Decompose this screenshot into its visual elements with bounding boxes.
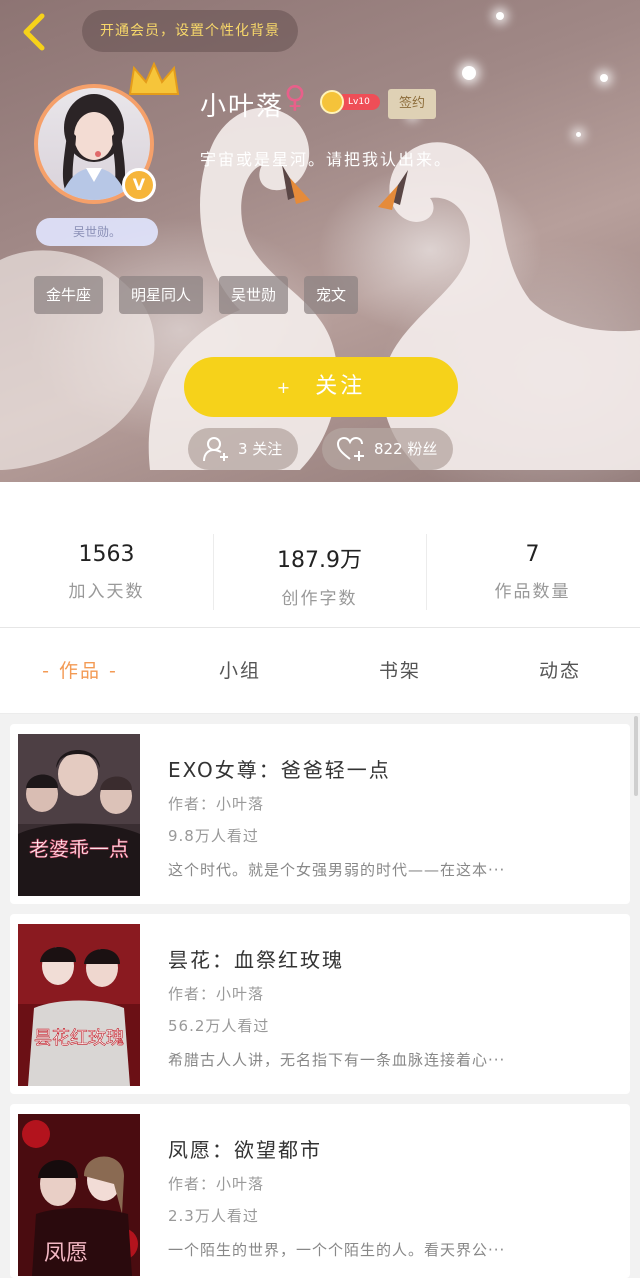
female-icon: ♀ bbox=[284, 80, 306, 115]
back-button[interactable] bbox=[16, 10, 56, 54]
fans-count-button[interactable]: 822 粉丝 bbox=[322, 428, 454, 470]
sparkle-deco bbox=[462, 66, 476, 80]
stat-value: 7 bbox=[525, 542, 540, 567]
stat-join-days: 1563 加入天数 bbox=[0, 482, 213, 627]
chevron-left-icon bbox=[23, 13, 45, 51]
book-author: 作者：小叶落 bbox=[168, 1175, 265, 1193]
sparkle-deco bbox=[600, 74, 608, 82]
book-title: EXO女尊：爸爸轻一点 bbox=[168, 758, 391, 782]
book-views: 56.2万人看过 bbox=[168, 1017, 270, 1035]
book-card[interactable]: 昙花红玫瑰 昙花：血祭红玫瑰 作者：小叶落 56.2万人看过 希腊古人人讲，无名… bbox=[10, 914, 630, 1094]
username: 小叶落 bbox=[200, 92, 285, 122]
book-card[interactable]: 老婆乖一点 EXO女尊：爸爸轻一点 作者：小叶落 9.8万人看过 这个时代。就是… bbox=[10, 724, 630, 904]
tab-activity[interactable]: 动态 bbox=[480, 628, 640, 713]
book-description: 一个陌生的世界，一个个陌生的人。看天界公··· bbox=[168, 1241, 506, 1259]
book-title: 昙花：血祭红玫瑰 bbox=[168, 948, 344, 972]
level-crown-icon bbox=[320, 90, 344, 114]
plus-icon: + bbox=[276, 378, 294, 397]
following-count-button[interactable]: 3 关注 bbox=[188, 428, 299, 470]
profile-tag[interactable]: 吴世勋 bbox=[219, 276, 289, 314]
sparkle-deco bbox=[576, 132, 581, 137]
stat-label: 加入天数 bbox=[68, 582, 145, 602]
book-cover-image: 老婆乖一点 bbox=[18, 734, 140, 896]
stat-word-count: 187.9万 创作字数 bbox=[213, 482, 426, 627]
profile-stats: 1563 加入天数 187.9万 创作字数 7 作品数量 bbox=[0, 482, 640, 628]
stat-value: 187.9万 bbox=[277, 548, 362, 573]
vip-background-banner[interactable]: 开通会员，设置个性化背景 bbox=[82, 10, 298, 52]
fans-count: 822 粉丝 bbox=[374, 440, 438, 458]
book-description: 这个时代。就是个女强男弱的时代——在这本··· bbox=[168, 861, 506, 879]
tab-works[interactable]: - 作品 - bbox=[0, 628, 160, 713]
tab-bookshelf[interactable]: 书架 bbox=[320, 628, 480, 713]
profile-tag[interactable]: 明星同人 bbox=[119, 276, 204, 314]
scrollbar[interactable] bbox=[634, 716, 638, 796]
verified-badge: V bbox=[122, 168, 156, 202]
stat-label: 创作字数 bbox=[281, 589, 358, 609]
book-author: 作者：小叶落 bbox=[168, 795, 265, 813]
profile-tags: 金牛座 明星同人 吴世勋 宠文 bbox=[34, 276, 359, 314]
avatar[interactable]: V bbox=[34, 61, 180, 204]
profile-tag[interactable]: 宠文 bbox=[304, 276, 359, 314]
book-views: 2.3万人看过 bbox=[168, 1207, 259, 1225]
tab-groups[interactable]: 小组 bbox=[160, 628, 320, 713]
heart-plus-icon bbox=[336, 436, 364, 461]
sparkle-deco bbox=[496, 12, 504, 20]
cover-title-text: 昙花红玫瑰 bbox=[34, 1028, 124, 1049]
signed-author-badge: 签约 bbox=[388, 89, 436, 119]
stat-works-count: 7 作品数量 bbox=[426, 482, 639, 627]
profile-motto: 宇宙或是星河。请把我认出来。 bbox=[200, 150, 453, 169]
following-count: 3 关注 bbox=[238, 440, 283, 458]
stat-value: 1563 bbox=[78, 542, 135, 567]
cover-title-text: 凤愿 bbox=[44, 1241, 88, 1266]
book-description: 希腊古人人讲，无名指下有一条血脉连接着心··· bbox=[168, 1051, 506, 1069]
stat-label: 作品数量 bbox=[494, 582, 571, 602]
profile-tag[interactable]: 金牛座 bbox=[34, 276, 104, 314]
book-author: 作者：小叶落 bbox=[168, 985, 265, 1003]
add-user-icon bbox=[203, 437, 228, 462]
book-title: 凤愿：欲望都市 bbox=[168, 1138, 322, 1162]
avatar-decoration-tag: 吴世勋。 bbox=[36, 218, 158, 246]
follow-label: 关注 bbox=[315, 374, 366, 399]
book-card[interactable]: 凤愿 凤愿：欲望都市 作者：小叶落 2.3万人看过 一个陌生的世界，一个个陌生的… bbox=[10, 1104, 630, 1278]
follow-button[interactable]: + 关注 bbox=[184, 357, 458, 417]
book-cover-image: 昙花红玫瑰 bbox=[18, 924, 140, 1086]
book-views: 9.8万人看过 bbox=[168, 827, 259, 845]
profile-tabs: - 作品 - 小组 书架 动态 bbox=[0, 628, 640, 714]
level-badge: Lv10 bbox=[320, 90, 380, 114]
cover-title-text: 老婆乖一点 bbox=[29, 837, 129, 861]
profile-header: 开通会员，设置个性化背景 V 吴世勋。 小叶落 ♀ Lv10 签约 宇宙或是星河… bbox=[0, 0, 640, 482]
book-cover-image: 凤愿 bbox=[18, 1114, 140, 1276]
crown-icon bbox=[128, 61, 180, 95]
